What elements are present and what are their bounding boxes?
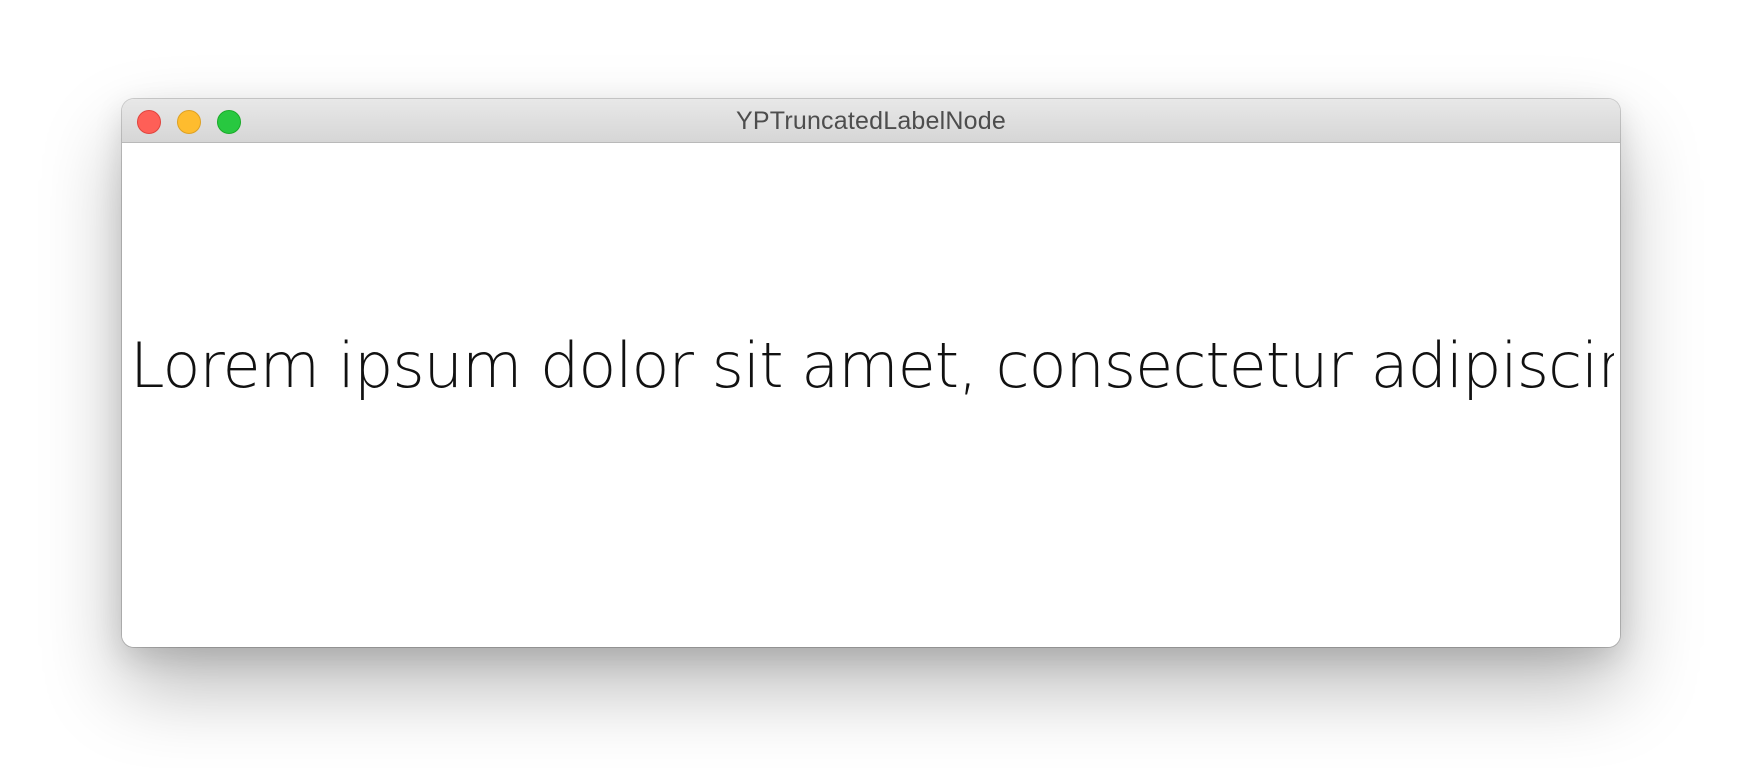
desktop-background: YPTruncatedLabelNode Lorem ipsum dolor s… (0, 0, 1738, 768)
title-bar[interactable]: YPTruncatedLabelNode (122, 99, 1620, 143)
truncated-label: Lorem ipsum dolor sit amet, consectetur … (130, 329, 1614, 402)
content-area: Lorem ipsum dolor sit amet, consectetur … (122, 143, 1620, 647)
window-title: YPTruncatedLabelNode (736, 107, 1006, 135)
app-window: YPTruncatedLabelNode Lorem ipsum dolor s… (122, 99, 1620, 647)
